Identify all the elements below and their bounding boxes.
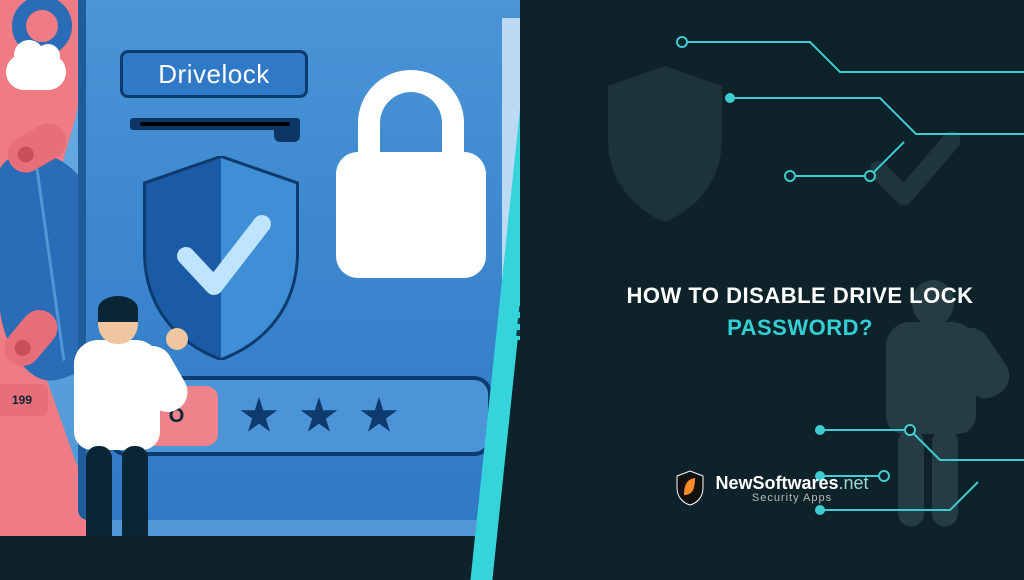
brand-name: NewSoftwares.net xyxy=(715,473,868,494)
brand-footer: NewSoftwares.net Security Apps xyxy=(520,470,1024,506)
headline-accent: PASSWORD? xyxy=(727,315,873,340)
star-icon xyxy=(300,397,338,435)
padlock-icon xyxy=(336,70,486,226)
star-icon xyxy=(240,397,278,435)
left-illustration-panel: 199 Drivelock I O xyxy=(0,0,560,536)
brand-logo-icon xyxy=(675,470,705,506)
person-illustration xyxy=(42,300,182,536)
article-headline: HOW TO DISABLE DRIVE LOCK PASSWORD? xyxy=(610,280,990,344)
password-mask-stars xyxy=(240,397,398,435)
drivelock-title: Drivelock xyxy=(120,50,308,98)
cloud-icon xyxy=(6,54,66,90)
tag-badge: 199 xyxy=(0,384,48,416)
card-slot-icon xyxy=(130,118,300,130)
headline-line1: HOW TO DISABLE DRIVE LOCK xyxy=(627,283,974,308)
right-content-panel: HOW TO DISABLE DRIVE LOCK PASSWORD? NewS… xyxy=(520,0,1024,536)
star-icon xyxy=(360,397,398,435)
circuit-lines-top xyxy=(670,14,1024,214)
